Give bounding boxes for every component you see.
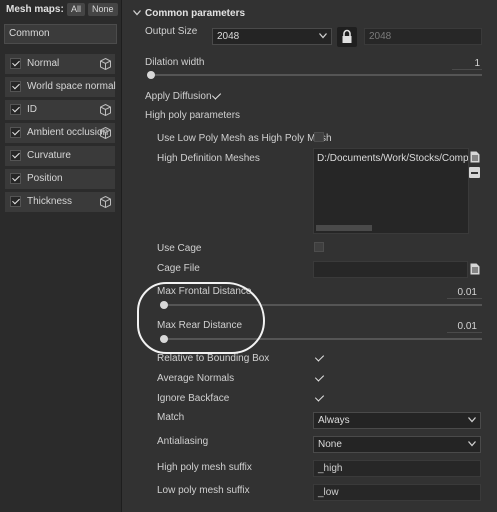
map-item-position[interactable]: Position — [5, 169, 115, 189]
dilation-width-slider-track[interactable] — [147, 74, 482, 76]
checkbox[interactable] — [10, 81, 21, 92]
cube-icon[interactable] — [100, 196, 111, 208]
file-icon[interactable] — [470, 263, 480, 275]
value-underline — [447, 332, 482, 333]
output-size-select[interactable]: 2048 — [212, 28, 332, 45]
use-cage-label: Use Cage — [157, 243, 202, 254]
average-normals-label: Average Normals — [157, 373, 235, 384]
preset-field[interactable]: Common — [4, 24, 117, 44]
checkbox[interactable] — [10, 173, 21, 184]
cube-icon[interactable] — [100, 58, 111, 70]
high-definition-meshes-list[interactable]: D:/Documents/Work/Stocks/Compl — [313, 148, 469, 234]
lock-button[interactable] — [337, 27, 357, 47]
cube-icon[interactable] — [100, 104, 111, 116]
low-poly-suffix-field[interactable]: _low — [313, 484, 481, 501]
map-item-label: Curvature — [27, 150, 71, 161]
map-item-label: World space normal — [27, 81, 116, 92]
cube-icon[interactable] — [100, 127, 111, 139]
max-frontal-distance-value[interactable]: 0.01 — [432, 287, 477, 298]
map-item-label: Position — [27, 173, 63, 184]
map-item-ambient-occlusion[interactable]: Ambient occlusion — [5, 123, 115, 143]
low-poly-suffix-label: Low poly mesh suffix — [157, 485, 250, 496]
antialiasing-select[interactable]: None — [313, 436, 481, 453]
max-frontal-distance-slider-handle[interactable] — [160, 301, 168, 309]
output-size-linked-field[interactable]: 2048 — [364, 28, 482, 45]
map-item-label: Thickness — [27, 196, 73, 207]
ignore-backface-label: Ignore Backface — [157, 393, 230, 404]
output-size-label: Output Size — [145, 26, 198, 37]
map-item-thickness[interactable]: Thickness — [5, 192, 115, 212]
match-select[interactable]: Always — [313, 412, 481, 429]
map-item-world-space-normal[interactable]: World space normal — [5, 77, 116, 97]
dilation-width-label: Dilation width — [145, 57, 205, 68]
checkbox[interactable] — [10, 150, 21, 161]
checkbox[interactable] — [10, 196, 21, 207]
relative-to-bounding-box-label: Relative to Bounding Box — [157, 353, 270, 364]
use-low-poly-label: Use Low Poly Mesh as High Poly Mesh — [157, 133, 332, 144]
output-size-value: 2048 — [217, 31, 240, 42]
value-underline — [447, 298, 482, 299]
chevron-down-icon — [468, 417, 476, 423]
mesh-path[interactable]: D:/Documents/Work/Stocks/Compl — [317, 153, 468, 164]
checkbox[interactable] — [10, 104, 21, 115]
max-rear-distance-slider-handle[interactable] — [160, 335, 168, 343]
max-rear-distance-label: Max Rear Distance — [157, 320, 243, 331]
high-poly-suffix-label: High poly mesh suffix — [157, 462, 252, 473]
chevron-down-icon — [319, 33, 327, 39]
section-title[interactable]: Common parameters — [145, 8, 245, 19]
chevron-down-icon — [468, 441, 476, 447]
mesh-maps-panel: Mesh maps: All None Common Normal World … — [0, 0, 122, 512]
high-definition-meshes-label: High Definition Meshes — [157, 153, 260, 164]
chevron-down-icon[interactable] — [133, 10, 141, 16]
antialiasing-label: Antialiasing — [157, 436, 209, 447]
map-item-label: Ambient occlusion — [27, 127, 109, 138]
horizontal-scrollbar[interactable] — [316, 225, 372, 231]
value-underline — [452, 69, 482, 70]
mesh-maps-title: Mesh maps: — [6, 4, 64, 15]
dilation-width-value[interactable]: 1 — [440, 58, 480, 69]
map-item-curvature[interactable]: Curvature — [5, 146, 115, 166]
high-poly-title: High poly parameters — [145, 110, 241, 121]
checkbox[interactable] — [10, 127, 21, 138]
map-item-label: ID — [27, 104, 37, 115]
max-frontal-distance-slider-track[interactable] — [160, 304, 482, 306]
match-label: Match — [157, 412, 185, 423]
cage-file-field[interactable] — [313, 261, 468, 278]
remove-mesh-button[interactable] — [469, 167, 480, 178]
select-all-button[interactable]: All — [67, 3, 86, 16]
use-low-poly-checkbox[interactable] — [314, 132, 324, 142]
max-frontal-distance-label: Max Frontal Distance — [157, 286, 252, 297]
dilation-width-slider-handle[interactable] — [147, 71, 155, 79]
map-item-normal[interactable]: Normal — [5, 54, 115, 74]
checkbox[interactable] — [10, 58, 21, 69]
high-poly-suffix-field[interactable]: _high — [313, 460, 481, 477]
antialiasing-value: None — [318, 439, 342, 450]
file-icon[interactable] — [470, 151, 480, 163]
max-rear-distance-value[interactable]: 0.01 — [432, 321, 477, 332]
apply-diffusion-label: Apply Diffusion — [145, 91, 212, 102]
lock-icon — [342, 29, 352, 43]
max-rear-distance-slider-track[interactable] — [160, 338, 482, 340]
match-value: Always — [318, 415, 350, 426]
cage-file-label: Cage File — [157, 263, 200, 274]
map-item-label: Normal — [27, 58, 60, 69]
use-cage-checkbox[interactable] — [314, 242, 324, 252]
map-item-id[interactable]: ID — [5, 100, 115, 120]
select-none-button[interactable]: None — [88, 3, 118, 16]
